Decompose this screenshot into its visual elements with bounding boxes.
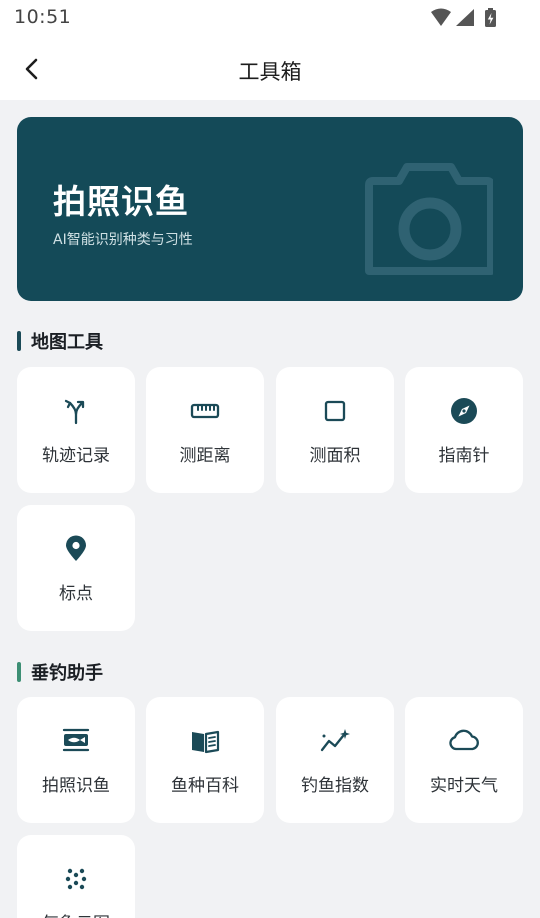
fish-scan-icon <box>62 728 90 752</box>
cloud-icon <box>449 729 479 751</box>
tool-measure-distance[interactable]: 测距离 <box>146 367 264 493</box>
tool-label: 测距离 <box>179 446 231 466</box>
camera-icon <box>365 163 493 275</box>
section-title: 地图工具 <box>31 332 103 353</box>
section-title: 垂钓助手 <box>31 663 103 684</box>
tool-fish-encyclopedia[interactable]: 鱼种百科 <box>146 697 264 823</box>
section-fishing-assistant: 垂钓助手 <box>17 659 103 685</box>
tool-label: 拍照识鱼 <box>42 776 110 796</box>
tool-label: 钓鱼指数 <box>301 776 369 796</box>
book-icon <box>192 730 220 754</box>
tool-label: 气象云图 <box>17 909 135 918</box>
status-time: 10:51 <box>14 6 72 28</box>
tool-label: 轨迹记录 <box>42 446 110 466</box>
tool-label: 测面积 <box>309 446 361 466</box>
section-map-tools: 地图工具 <box>17 328 103 354</box>
hero-title: 拍照识鱼 <box>53 182 189 221</box>
dots-grid-icon <box>65 868 87 890</box>
square-icon <box>324 400 346 422</box>
section-accent-bar <box>17 331 21 351</box>
ruler-icon <box>190 403 220 419</box>
fish-id-hero-card[interactable]: 拍照识鱼 AI智能识别种类与习性 <box>17 117 523 301</box>
signal-icon <box>456 9 474 26</box>
tool-label: 标点 <box>59 584 93 604</box>
hero-subtitle: AI智能识别种类与习性 <box>53 232 193 248</box>
status-bar: 10:51 <box>0 0 540 38</box>
tool-photo-fish-id[interactable]: 拍照识鱼 <box>17 697 135 823</box>
tool-label: 实时天气 <box>430 776 498 796</box>
page-title: 工具箱 <box>238 60 302 84</box>
route-fork-icon <box>64 399 85 425</box>
app-bar: 工具箱 <box>0 38 540 100</box>
tool-weather-satellite[interactable]: 气象云图 <box>17 835 135 918</box>
tool-label: 鱼种百科 <box>171 776 239 796</box>
compass-icon <box>451 398 477 424</box>
tool-label: 指南针 <box>438 446 490 466</box>
battery-icon <box>485 8 496 27</box>
status-icons <box>431 8 496 27</box>
tool-measure-area[interactable]: 测面积 <box>276 367 394 493</box>
map-pin-icon <box>66 535 86 561</box>
tool-realtime-weather[interactable]: 实时天气 <box>405 697 523 823</box>
tool-track-record[interactable]: 轨迹记录 <box>17 367 135 493</box>
section-accent-bar <box>17 662 21 682</box>
tool-compass[interactable]: 指南针 <box>405 367 523 493</box>
wifi-icon <box>431 8 451 26</box>
tool-fishing-index[interactable]: 钓鱼指数 <box>276 697 394 823</box>
trend-sparkle-icon <box>320 729 350 752</box>
tool-mark-point[interactable]: 标点 <box>17 505 135 631</box>
